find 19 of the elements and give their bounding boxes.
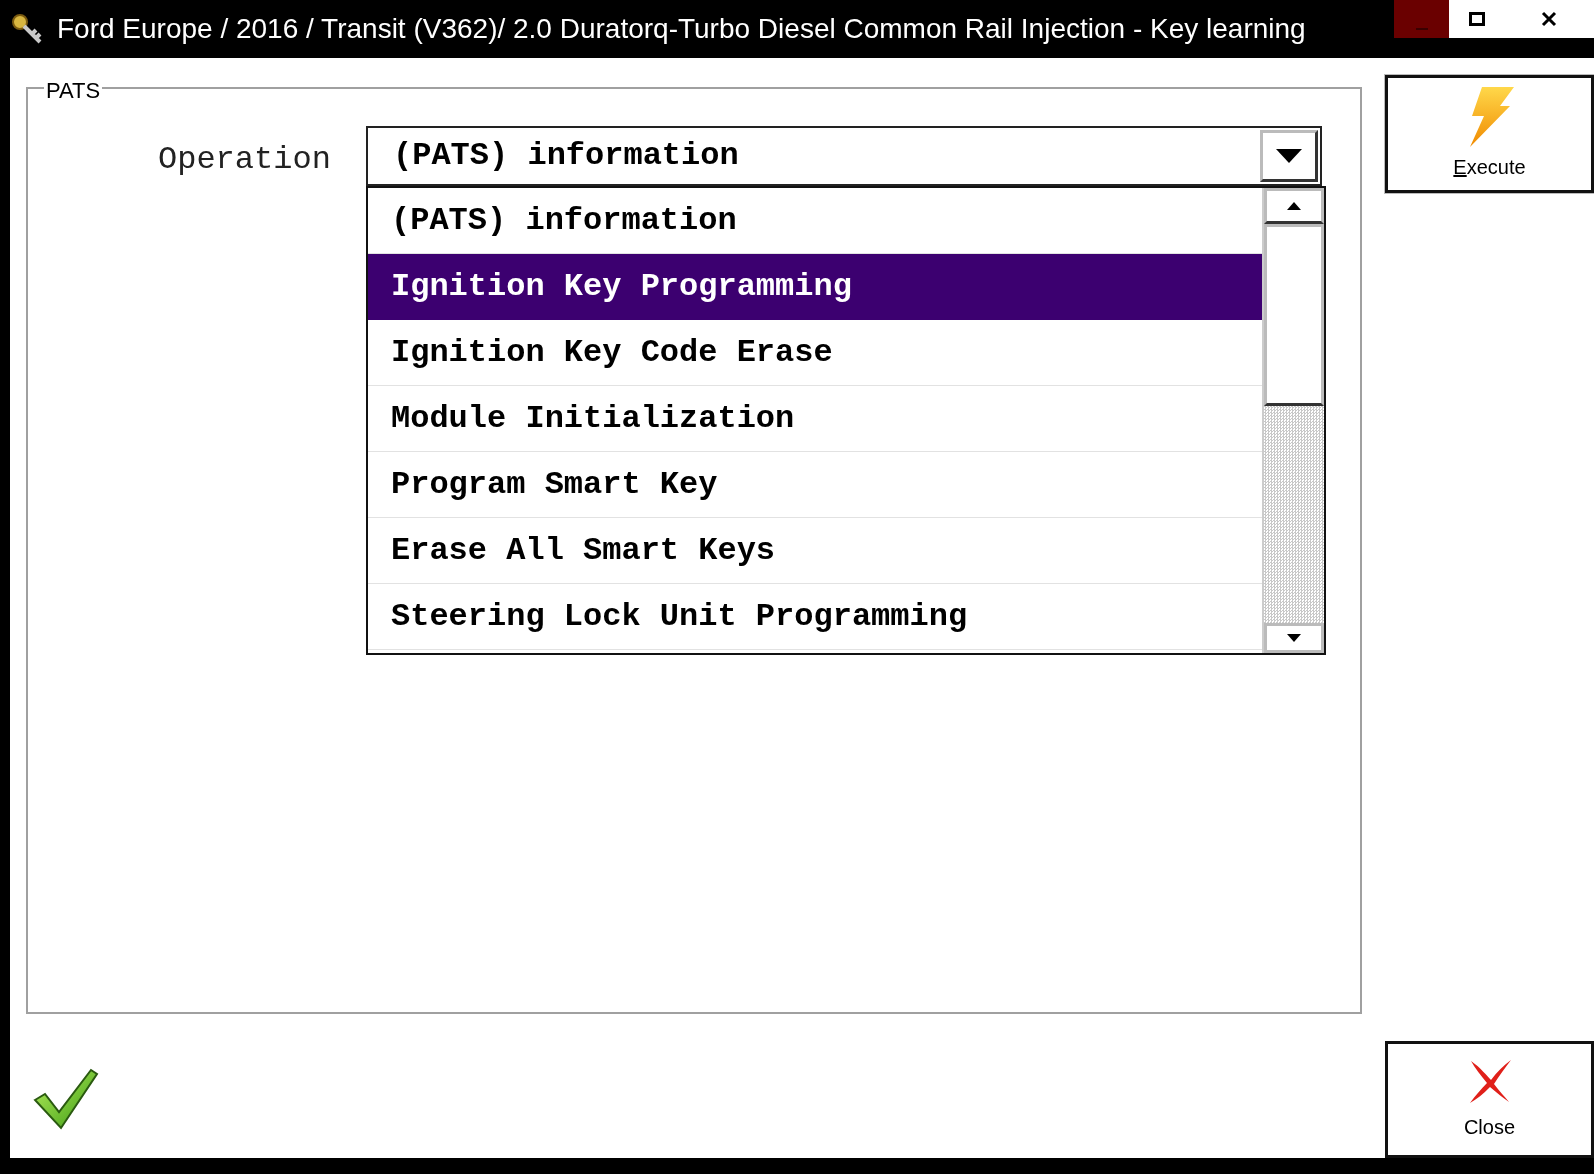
caret-down-icon <box>1287 634 1301 642</box>
dropdown-option[interactable]: Ignition Key Programming <box>368 254 1262 320</box>
execute-button[interactable]: Execute <box>1385 75 1594 193</box>
close-button[interactable]: Close <box>1385 1041 1594 1158</box>
checkmark-icon <box>33 1066 99 1130</box>
operation-label: Operation <box>158 140 332 180</box>
scroll-up-button[interactable] <box>1264 188 1324 224</box>
close-window-button[interactable] <box>1504 0 1594 38</box>
dropdown-button[interactable] <box>1260 130 1318 182</box>
close-icon <box>1541 11 1557 27</box>
caret-up-icon <box>1287 202 1301 210</box>
scroll-thumb[interactable] <box>1264 224 1324 406</box>
scrollbar[interactable] <box>1262 188 1324 653</box>
keys-icon <box>10 12 44 46</box>
maximize-button[interactable] <box>1449 0 1504 38</box>
scroll-down-button[interactable] <box>1264 623 1324 653</box>
caret-down-icon <box>1276 149 1302 163</box>
window-title: Ford Europe / 2016 / Transit (V362)/ 2.0 Duratorq-Turbo Diesel Common Rail Injection - Key learning <box>57 12 1306 46</box>
operation-dropdown[interactable]: (PATS) information <box>366 126 1322 186</box>
